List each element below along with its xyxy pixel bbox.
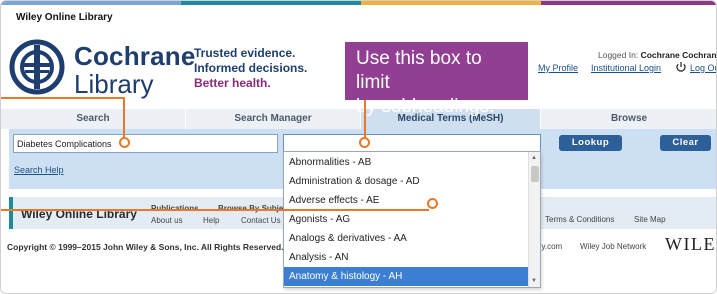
annotation-line-3 (1, 209, 429, 211)
footer-about-us[interactable]: About us (151, 216, 183, 225)
dropdown-option[interactable]: Abnormalities - AB (284, 153, 529, 172)
mesh-term-input[interactable] (13, 134, 278, 153)
power-icon[interactable] (675, 61, 687, 73)
dropdown-option[interactable]: Analysis - AN (284, 248, 529, 267)
scroll-up-arrow-icon[interactable]: ▲ (531, 155, 537, 161)
footer-contact-us[interactable]: Contact Us (241, 216, 281, 225)
tagline-line-1: Trusted evidence. (194, 46, 296, 60)
institutional-login-link[interactable]: Institutional Login (591, 63, 661, 73)
annotation-dot-dropdown (427, 198, 438, 209)
dropdown-option[interactable]: Administration & dosage - AD (284, 172, 529, 191)
footer-accent (9, 197, 13, 229)
dropdown-scrollbar[interactable]: ▲ ▼ (528, 152, 540, 287)
brand-name-cochrane[interactable]: Cochrane (74, 41, 196, 72)
dropdown-option[interactable]: Agonists - AG (284, 210, 529, 229)
footer-terms[interactable]: Terms & Conditions (545, 215, 614, 224)
site-title[interactable]: Wiley Online Library (16, 12, 113, 23)
subheading-callout: Use this box to limit by subheadings. (345, 42, 528, 117)
tab-browse[interactable]: Browse (541, 109, 716, 129)
scroll-down-arrow-icon[interactable]: ▼ (531, 278, 537, 284)
tab-search[interactable]: Search (1, 109, 186, 129)
lookup-button[interactable]: Lookup (559, 135, 622, 151)
annotation-line-2 (364, 100, 366, 139)
tagline-line-3: Better health. (194, 76, 271, 90)
annotation-line-1 (1, 97, 124, 99)
footer-wiley-job-network[interactable]: Wiley Job Network (580, 242, 646, 251)
logged-in-prefix: Logged In: (598, 50, 639, 60)
copyright-text: Copyright © 1999–2015 John Wiley & Sons,… (7, 242, 284, 252)
clear-button[interactable]: Clear (660, 135, 711, 151)
scroll-thumb[interactable] (531, 166, 539, 182)
search-help-link[interactable]: Search Help (14, 165, 64, 175)
tagline-line-2: Informed decisions. (194, 61, 308, 75)
dropdown-option-selected[interactable]: Anatomy & histology - AH (284, 267, 529, 286)
footer-site-map[interactable]: Site Map (634, 215, 666, 224)
tagline: Trusted evidence. Informed decisions. Be… (194, 46, 307, 91)
footer-help[interactable]: Help (203, 216, 219, 225)
brand-name-library[interactable]: Library (74, 69, 153, 100)
my-profile-link[interactable]: My Profile (538, 63, 578, 73)
callout-line-1: Use this box to limit (356, 48, 482, 93)
top-color-stripe (1, 1, 716, 5)
dropdown-option[interactable]: Analogs & derivatives - AA (284, 229, 529, 248)
subheading-dropdown-list[interactable]: Abnormalities - AB Administration & dosa… (283, 151, 541, 288)
annotation-dot-term-input (119, 137, 130, 148)
wiley-wordmark[interactable]: WILEY (665, 234, 716, 255)
dropdown-option[interactable]: Adverse effects - AE (284, 191, 529, 210)
app-window: Wiley Online Library Cochrane Library Tr… (0, 0, 717, 294)
logged-in-user: Cochrane Cochrane (640, 50, 717, 60)
cochrane-logo-icon[interactable] (9, 39, 65, 95)
log-out-link[interactable]: Log Out (690, 63, 716, 73)
logged-in-status: Logged In: Cochrane Cochrane (598, 50, 717, 60)
annotation-dot-subheading (359, 137, 370, 148)
annotation-line-1-vertical (123, 97, 125, 139)
tab-search-manager[interactable]: Search Manager (186, 109, 361, 129)
callout-line-2: by subheadings. (356, 96, 495, 117)
